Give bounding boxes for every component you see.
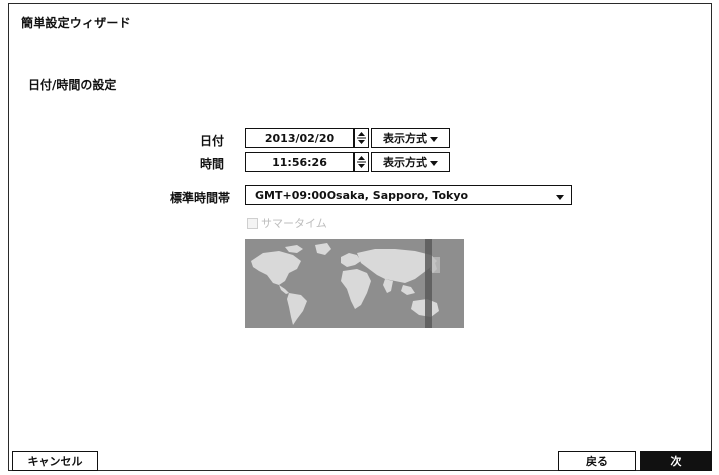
wizard-title: 簡単設定ウィザード bbox=[21, 16, 131, 30]
back-button[interactable]: 戻る bbox=[558, 451, 636, 471]
timezone-label: 標準時間帯 bbox=[169, 191, 230, 205]
time-format-dropdown[interactable]: 表示方式 bbox=[371, 152, 450, 172]
date-format-label: 表示方式 bbox=[383, 132, 427, 145]
time-spinner[interactable] bbox=[354, 152, 369, 172]
world-map-icon bbox=[245, 239, 464, 328]
cancel-button[interactable]: キャンセル bbox=[12, 451, 98, 471]
timezone-dropdown[interactable]: GMT+09:00Osaka, Sapporo, Tokyo bbox=[245, 185, 572, 205]
spinner-arrows-icon bbox=[357, 132, 366, 144]
time-label: 時間 bbox=[199, 157, 224, 171]
chevron-down-icon bbox=[430, 137, 438, 142]
dst-label: サマータイム bbox=[261, 217, 327, 230]
next-button[interactable]: 次 bbox=[640, 451, 712, 471]
section-title: 日付/時間の設定 bbox=[28, 78, 117, 92]
date-spinner[interactable] bbox=[354, 128, 369, 148]
timezone-map bbox=[245, 239, 464, 328]
dst-option[interactable]: サマータイム bbox=[247, 215, 327, 231]
chevron-down-icon bbox=[430, 161, 438, 166]
chevron-down-icon bbox=[556, 195, 564, 200]
date-label: 日付 bbox=[199, 134, 224, 148]
timezone-value: GMT+09:00Osaka, Sapporo, Tokyo bbox=[255, 188, 469, 202]
wizard-window bbox=[8, 3, 712, 471]
dst-checkbox[interactable] bbox=[247, 217, 258, 229]
date-format-dropdown[interactable]: 表示方式 bbox=[371, 128, 450, 148]
time-input[interactable]: 11:56:26 bbox=[245, 152, 354, 172]
time-format-label: 表示方式 bbox=[383, 156, 427, 169]
date-input[interactable]: 2013/02/20 bbox=[245, 128, 354, 148]
spinner-arrows-icon bbox=[357, 156, 366, 168]
